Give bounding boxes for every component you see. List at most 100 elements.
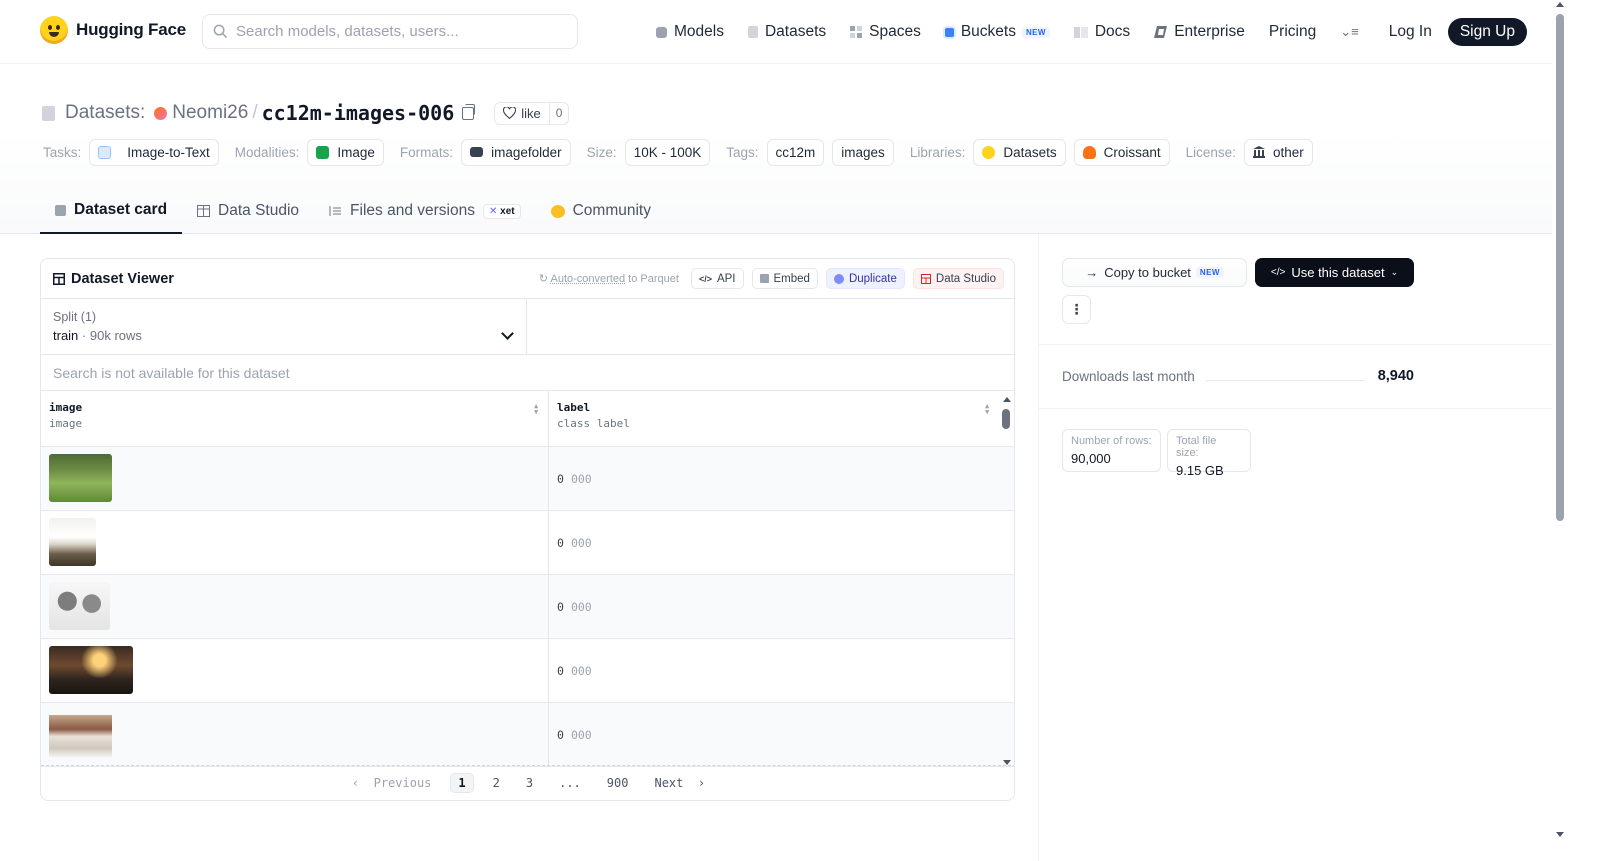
card-icon bbox=[55, 204, 66, 216]
tag-image[interactable]: Image bbox=[307, 138, 384, 166]
use-this-dataset-button[interactable]: </> Use this dataset ⌄ bbox=[1255, 258, 1414, 287]
page-2-button[interactable]: 2 bbox=[486, 774, 507, 792]
page-1-button[interactable]: 1 bbox=[450, 773, 474, 793]
tag-label: imagefolder bbox=[491, 144, 562, 160]
sidebar-separator bbox=[1039, 408, 1552, 409]
like-button[interactable]: like 0 bbox=[494, 101, 570, 125]
scroll-up-icon[interactable] bbox=[1003, 397, 1011, 402]
auto-converted-link[interactable]: Auto-converted bbox=[551, 273, 626, 285]
tab-files-versions[interactable]: Files and versions ✕ xet bbox=[314, 188, 536, 234]
table-scrollbar[interactable] bbox=[999, 391, 1014, 767]
image-thumbnail[interactable] bbox=[49, 454, 112, 502]
more-options-button[interactable]: ⋮ bbox=[1062, 295, 1091, 324]
embed-button[interactable]: Embed bbox=[751, 268, 818, 289]
column-header-image[interactable]: image image ▲ ▼ bbox=[41, 391, 549, 446]
brand-logo[interactable]: Hugging Face bbox=[40, 16, 186, 44]
previous-page-button[interactable]: ‹ Previous bbox=[345, 774, 438, 792]
scroll-down-icon[interactable] bbox=[1556, 832, 1564, 837]
image-cell[interactable] bbox=[41, 511, 549, 574]
tag-datasets-lib[interactable]: Datasets bbox=[973, 138, 1066, 166]
dataset-icon bbox=[42, 105, 55, 121]
table-icon bbox=[53, 272, 65, 285]
repo-title: Datasets: Neomi26 / cc12m-images-006 lik… bbox=[42, 100, 570, 126]
image-thumbnail[interactable] bbox=[49, 518, 96, 566]
size-label: Size: bbox=[586, 144, 617, 160]
sort-icon[interactable]: ▲ ▼ bbox=[534, 403, 542, 416]
table-row[interactable]: 0 000 bbox=[41, 575, 1014, 639]
tab-label: Data Studio bbox=[218, 202, 300, 219]
nav-spaces[interactable]: Spaces bbox=[850, 18, 921, 46]
nav-pricing-label: Pricing bbox=[1268, 23, 1317, 40]
search-input[interactable] bbox=[236, 23, 556, 40]
copy-to-bucket-button[interactable]: → Copy to bucket NEW bbox=[1062, 258, 1247, 287]
image-icon bbox=[316, 145, 330, 159]
scroll-thumb[interactable] bbox=[1556, 14, 1564, 521]
top-navigation: Hugging Face Models Datasets Spaces Buck… bbox=[0, 0, 1552, 64]
page-900-button[interactable]: 900 bbox=[600, 774, 636, 792]
label-cell[interactable]: 0 000 bbox=[549, 703, 999, 766]
next-page-button[interactable]: Next › bbox=[647, 774, 712, 792]
scroll-up-icon[interactable] bbox=[1556, 2, 1564, 7]
tag-image-to-text[interactable]: Image-to-Text bbox=[89, 138, 219, 166]
table-row[interactable]: 0 000 bbox=[41, 447, 1014, 511]
sidebar-separator bbox=[1039, 344, 1552, 345]
tag-size[interactable]: 10K - 100K bbox=[624, 138, 711, 166]
global-search[interactable] bbox=[202, 14, 578, 49]
more-menu-icon[interactable]: ⌄≡ bbox=[1340, 24, 1358, 40]
split-selector[interactable]: Split (1) train · 90k rows bbox=[41, 299, 527, 354]
login-link[interactable]: Log In bbox=[1389, 23, 1432, 41]
bucket-icon bbox=[944, 27, 954, 37]
tag-croissant[interactable]: Croissant bbox=[1073, 138, 1170, 166]
label-cell[interactable]: 0 000 bbox=[549, 511, 999, 574]
api-button[interactable]: </> API bbox=[690, 268, 744, 289]
tags-row: Tasks: Image-to-Text Modalities: Image F… bbox=[43, 138, 1321, 166]
table-row[interactable]: 0 000 bbox=[41, 703, 1014, 767]
bank-icon bbox=[1252, 146, 1265, 158]
column-type: class label bbox=[557, 417, 630, 430]
tag-cc12m[interactable]: cc12m bbox=[766, 138, 825, 166]
image-cell[interactable] bbox=[41, 575, 549, 638]
label-id: 0 bbox=[557, 599, 564, 614]
page-3-button[interactable]: 3 bbox=[519, 774, 540, 792]
signup-button[interactable]: Sign Up bbox=[1447, 18, 1527, 46]
image-cell[interactable] bbox=[41, 703, 549, 766]
nav-pricing[interactable]: Pricing bbox=[1269, 18, 1316, 46]
image-cell[interactable] bbox=[41, 639, 549, 702]
table-row[interactable]: 0 000 bbox=[41, 511, 1014, 575]
nav-enterprise[interactable]: Enterprise bbox=[1154, 18, 1245, 46]
label-id: 0 bbox=[557, 535, 564, 550]
arrow-right-icon: → bbox=[1085, 265, 1099, 280]
title-prefix[interactable]: Datasets: bbox=[65, 102, 145, 124]
label-cell[interactable]: 0 000 bbox=[549, 639, 999, 702]
tag-imagefolder[interactable]: imagefolder bbox=[461, 138, 571, 166]
nav-models[interactable]: Models bbox=[656, 18, 724, 46]
new-badge: NEW bbox=[1021, 26, 1050, 38]
repo-owner-link[interactable]: Neomi26 bbox=[172, 102, 248, 124]
sort-icon[interactable]: ▲ ▼ bbox=[985, 403, 993, 416]
tab-data-studio[interactable]: Data Studio bbox=[182, 188, 314, 234]
pagination: ‹ Previous 1 2 3 ... 900 Next › bbox=[41, 765, 1014, 800]
duplicate-button[interactable]: Duplicate bbox=[825, 268, 905, 289]
page-scrollbar[interactable] bbox=[1552, 0, 1568, 861]
label-cell[interactable]: 0 000 bbox=[549, 447, 999, 510]
scroll-thumb[interactable] bbox=[1002, 409, 1010, 429]
image-thumbnail[interactable] bbox=[49, 710, 112, 758]
tab-dataset-card[interactable]: Dataset card bbox=[40, 188, 183, 234]
tag-images[interactable]: images bbox=[832, 138, 894, 166]
copy-icon[interactable] bbox=[462, 103, 476, 120]
label-cell[interactable]: 0 000 bbox=[549, 575, 999, 638]
nav-docs[interactable]: Docs bbox=[1073, 18, 1130, 46]
data-studio-button[interactable]: Data Studio bbox=[912, 268, 1004, 289]
nav-datasets[interactable]: Datasets bbox=[747, 18, 826, 46]
dataset-viewer: Dataset Viewer ↻ Auto-converted to Parqu… bbox=[40, 258, 1015, 801]
tag-license-other[interactable]: other bbox=[1243, 138, 1313, 166]
user-avatar[interactable] bbox=[154, 106, 168, 120]
image-thumbnail[interactable] bbox=[49, 582, 110, 630]
repo-name-link[interactable]: cc12m-images-006 bbox=[262, 101, 455, 125]
tab-community[interactable]: Community bbox=[536, 188, 666, 234]
nav-buckets[interactable]: Buckets NEW bbox=[944, 18, 1050, 46]
column-header-label[interactable]: label class label ▲ ▼ bbox=[549, 391, 999, 446]
image-cell[interactable] bbox=[41, 447, 549, 510]
image-thumbnail[interactable] bbox=[49, 646, 133, 694]
table-row[interactable]: 0 000 bbox=[41, 639, 1014, 703]
